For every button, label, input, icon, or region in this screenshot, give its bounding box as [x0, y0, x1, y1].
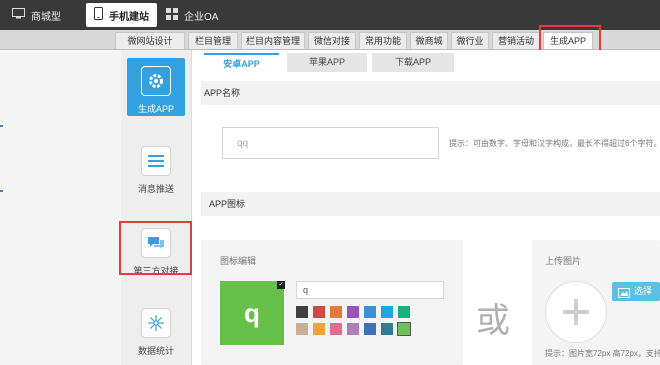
color-swatch[interactable]	[347, 323, 359, 335]
tab-download-app[interactable]: 下载APP	[372, 53, 454, 72]
guide-marker	[0, 125, 3, 127]
image-icon	[618, 286, 630, 305]
tab-ios-app[interactable]: 苹果APP	[287, 53, 367, 72]
sidebar: 生成APP 消息推送 第三方对接 数据统计	[121, 50, 192, 365]
tab-label: 企业OA	[184, 11, 219, 23]
module-nav: 微网站设计 栏目管理 栏目内容管理 微信对接 常用功能 微商城 微行业 营销活动…	[0, 30, 660, 50]
select-image-label: 选择	[634, 286, 653, 296]
icon-editor-card: 图标编辑 q ✓ q	[201, 240, 463, 365]
nav-marketing[interactable]: 营销活动	[492, 32, 540, 49]
upload-card: 上传图片 提示：图片宽72px 高72px，支持格式	[532, 240, 660, 365]
tab-label: 商城型	[31, 11, 61, 23]
color-swatch[interactable]	[364, 323, 376, 335]
icon-preview: q	[220, 281, 284, 345]
app-name-hint: 提示：可由数字、字母和汉字构成，最长不得超过6个字符。	[449, 139, 660, 148]
tab-mobile-site[interactable]: 手机建站	[86, 3, 157, 27]
color-swatch[interactable]	[296, 323, 308, 335]
color-swatch[interactable]	[313, 306, 325, 318]
chat-icon	[141, 228, 171, 258]
section-header-app-name: APP名称	[201, 81, 660, 105]
color-swatch[interactable]	[347, 306, 359, 318]
nav-wechat-connect[interactable]: 微信对接	[308, 32, 356, 49]
color-swatch[interactable]	[313, 323, 325, 335]
monitor-icon	[12, 8, 25, 22]
nav-site-design[interactable]: 微网站设计	[115, 32, 185, 49]
app-name-input[interactable]: qq	[222, 127, 439, 159]
nav-column-manage[interactable]: 栏目管理	[188, 32, 238, 49]
nav-micro-industry[interactable]: 微行业	[451, 32, 489, 49]
guide-marker	[0, 190, 3, 192]
check-icon: ✓	[277, 281, 285, 289]
nav-column-content[interactable]: 栏目内容管理	[241, 32, 305, 49]
upload-title: 上传图片	[545, 256, 582, 266]
nav-generate-app[interactable]: 生成APP	[543, 32, 593, 49]
left-canvas	[0, 50, 121, 365]
tab-mall-site[interactable]: 商城型	[12, 3, 61, 27]
color-swatch[interactable]	[330, 306, 342, 318]
color-swatch[interactable]	[381, 323, 393, 335]
icon-editor-title: 图标编辑	[220, 256, 257, 266]
color-swatch[interactable]	[398, 306, 410, 318]
sidebar-item-generate-app[interactable]: 生成APP	[127, 58, 185, 116]
or-separator: 或	[476, 301, 510, 341]
sidebar-item-statistics[interactable]: 数据统计	[127, 308, 185, 357]
color-swatch[interactable]	[330, 323, 342, 335]
upload-plus-button[interactable]	[545, 281, 607, 343]
main-content: 安卓APP 苹果APP 下载APP APP名称 qq 提示：可由数字、字母和汉字…	[192, 50, 660, 365]
icon-text-input[interactable]: q	[296, 281, 444, 299]
color-swatch[interactable]	[296, 306, 308, 318]
product-switcher-bar: 商城型 手机建站 企业OA	[0, 0, 660, 30]
color-swatch[interactable]	[397, 322, 411, 336]
sparkle-icon	[141, 308, 171, 338]
select-image-button[interactable]: 选择	[612, 282, 660, 301]
sidebar-item-label: 第三方对接	[133, 266, 179, 276]
gear-icon	[141, 66, 171, 96]
tab-label: 手机建站	[109, 11, 149, 23]
sidebar-item-message-push[interactable]: 消息推送	[127, 146, 185, 195]
nav-micro-mall[interactable]: 微商城	[410, 32, 448, 49]
mobile-icon	[94, 7, 103, 23]
sidebar-item-third-party[interactable]: 第三方对接	[127, 228, 185, 277]
color-swatch[interactable]	[364, 306, 376, 318]
sidebar-item-label: 数据统计	[137, 346, 174, 356]
plus-icon	[563, 299, 589, 325]
tab-android-app[interactable]: 安卓APP	[204, 53, 279, 72]
tab-enterprise-oa[interactable]: 企业OA	[166, 3, 218, 27]
grid-icon	[166, 7, 178, 23]
upload-hint: 提示：图片宽72px 高72px，支持格式	[545, 349, 660, 358]
section-header-app-icon: APP图标	[201, 192, 660, 216]
nav-common-functions[interactable]: 常用功能	[359, 32, 407, 49]
list-icon	[141, 146, 171, 176]
sidebar-item-label: 生成APP	[137, 104, 174, 114]
sidebar-item-label: 消息推送	[137, 184, 174, 194]
color-swatch[interactable]	[381, 306, 393, 318]
